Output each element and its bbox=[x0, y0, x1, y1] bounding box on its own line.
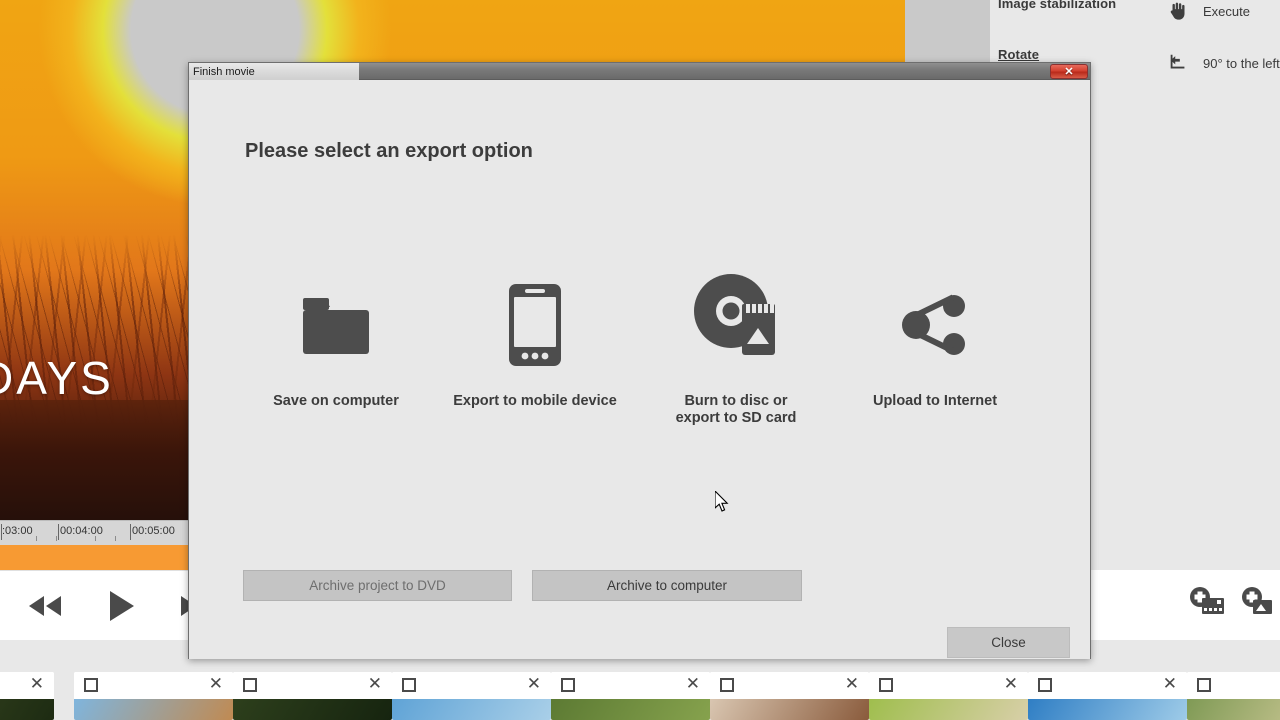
play-button[interactable] bbox=[98, 586, 144, 626]
remove-item-button[interactable]: ✕ bbox=[368, 674, 382, 694]
tool-action-label: 90° to the left bbox=[1203, 56, 1280, 71]
dialog-titlebar[interactable]: Finish movie ✕ bbox=[189, 63, 1090, 80]
rotate-left-icon bbox=[1165, 50, 1191, 76]
add-video-icon bbox=[1188, 586, 1226, 620]
close-button[interactable]: Close bbox=[947, 627, 1070, 658]
select-checkbox[interactable] bbox=[402, 678, 416, 692]
export-option-label: Burn to disc or export to SD card bbox=[621, 393, 851, 427]
remove-item-button[interactable]: ✕ bbox=[1163, 674, 1177, 694]
remove-item-button[interactable]: ✕ bbox=[1004, 674, 1018, 694]
list-item[interactable]: ✕ bbox=[392, 672, 551, 720]
thumbnail-image bbox=[392, 699, 551, 720]
add-image-button[interactable] bbox=[1240, 586, 1274, 625]
share-icon bbox=[820, 275, 1050, 375]
export-option-burn-disc-sd[interactable]: Burn to disc or export to SD card bbox=[621, 255, 851, 427]
window-close-button[interactable]: ✕ bbox=[1050, 64, 1088, 79]
remove-item-button[interactable]: ✕ bbox=[845, 674, 859, 694]
list-item[interactable]: ✕ bbox=[869, 672, 1028, 720]
ruler-tick-label: 00:05:00 bbox=[132, 525, 175, 537]
finish-movie-dialog: Finish movie ✕ Please select an export o… bbox=[188, 62, 1091, 659]
disc-sdcard-icon bbox=[621, 255, 851, 375]
export-option-label: Save on computer bbox=[221, 393, 451, 410]
dialog-title-area: Finish movie bbox=[189, 63, 359, 80]
rewind-icon bbox=[25, 594, 65, 618]
folder-icon bbox=[221, 275, 451, 375]
list-item[interactable]: ✕ bbox=[551, 672, 710, 720]
add-image-icon bbox=[1240, 586, 1274, 620]
list-item[interactable]: ✕ bbox=[233, 672, 392, 720]
play-icon bbox=[105, 589, 137, 623]
add-video-button[interactable] bbox=[1188, 586, 1226, 625]
thumbnail-image bbox=[869, 699, 1028, 720]
list-item[interactable]: ✕ bbox=[74, 672, 233, 720]
select-checkbox[interactable] bbox=[879, 678, 893, 692]
mouse-cursor bbox=[715, 491, 731, 515]
thumbnail-image bbox=[74, 699, 233, 720]
media-filmstrip[interactable]: ✕ ✕ ✕ ✕ ✕ ✕ ✕ bbox=[0, 672, 1280, 720]
list-item[interactable]: ✕ bbox=[1028, 672, 1187, 720]
archive-project-to-dvd-button[interactable]: Archive project to DVD bbox=[243, 570, 512, 601]
timeline-clip-track[interactable] bbox=[0, 545, 190, 570]
thumbnail-image bbox=[0, 699, 54, 720]
export-option-mobile-device[interactable]: Export to mobile device bbox=[420, 275, 650, 410]
export-option-upload-internet[interactable]: Upload to Internet bbox=[820, 275, 1050, 410]
thumbnail-image bbox=[710, 699, 869, 720]
hand-icon bbox=[1165, 0, 1191, 24]
rewind-button[interactable] bbox=[22, 586, 68, 626]
select-checkbox[interactable] bbox=[561, 678, 575, 692]
select-checkbox[interactable] bbox=[243, 678, 257, 692]
select-checkbox[interactable] bbox=[1197, 678, 1211, 692]
remove-item-button[interactable]: ✕ bbox=[30, 674, 44, 694]
select-checkbox[interactable] bbox=[1038, 678, 1052, 692]
select-checkbox[interactable] bbox=[720, 678, 734, 692]
remove-item-button[interactable]: ✕ bbox=[209, 674, 223, 694]
list-item[interactable]: ✕ bbox=[710, 672, 869, 720]
list-item[interactable]: ✕ bbox=[0, 672, 54, 720]
close-icon: ✕ bbox=[1064, 65, 1073, 78]
tool-action-execute[interactable]: Execute bbox=[1165, 0, 1250, 24]
export-option-label: Export to mobile device bbox=[420, 393, 650, 410]
export-option-save-on-computer[interactable]: Save on computer bbox=[221, 275, 451, 410]
list-item[interactable] bbox=[1187, 672, 1280, 720]
export-option-label: Upload to Internet bbox=[820, 393, 1050, 410]
preview-overlay-title: DAYS bbox=[0, 351, 114, 405]
remove-item-button[interactable]: ✕ bbox=[527, 674, 541, 694]
thumbnail-image bbox=[1187, 699, 1280, 720]
select-checkbox[interactable] bbox=[84, 678, 98, 692]
thumbnail-image bbox=[551, 699, 710, 720]
dialog-body: Please select an export option Save on c… bbox=[189, 80, 1090, 659]
screen: DAYS :03:00 00:04:00 00:05:00 bbox=[0, 0, 1280, 720]
ruler-tick-label: 00:04:00 bbox=[60, 525, 103, 537]
dialog-window-title: Finish movie bbox=[193, 66, 255, 78]
smartphone-icon bbox=[420, 275, 650, 375]
page-title: Please select an export option bbox=[245, 140, 533, 163]
archive-to-computer-button[interactable]: Archive to computer bbox=[532, 570, 802, 601]
remove-item-button[interactable]: ✕ bbox=[686, 674, 700, 694]
ruler-tick-label: :03:00 bbox=[2, 525, 33, 537]
tool-action-rotate-left[interactable]: 90° to the left bbox=[1165, 50, 1280, 76]
thumbnail-image bbox=[1028, 699, 1187, 720]
thumbnail-image bbox=[233, 699, 392, 720]
tool-action-label: Execute bbox=[1203, 4, 1250, 19]
